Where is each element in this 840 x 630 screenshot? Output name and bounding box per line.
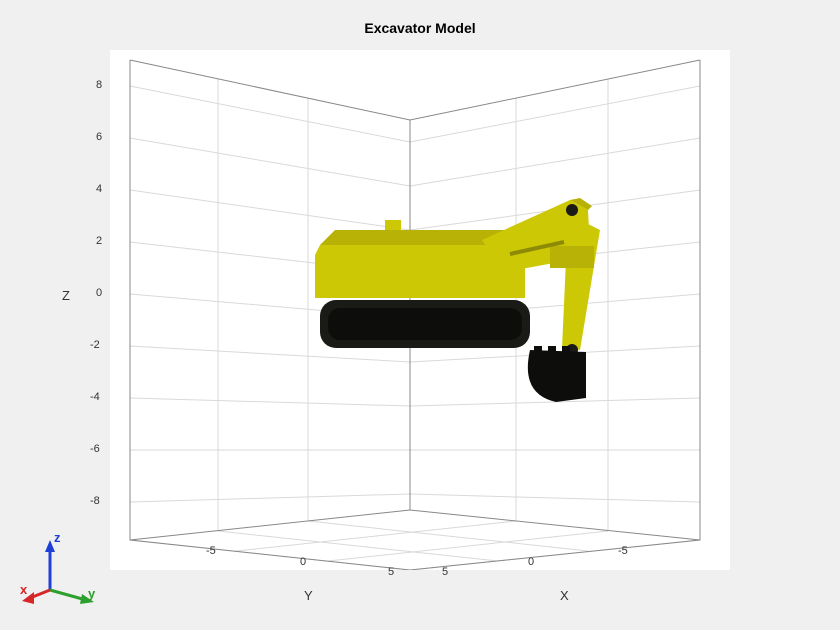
- z-tick: 2: [96, 235, 102, 247]
- triad-y-label: y: [88, 586, 95, 601]
- axes-box: [110, 50, 730, 570]
- axes-3d[interactable]: [110, 50, 730, 570]
- y-tick: 5: [388, 566, 394, 578]
- z-tick: 0: [96, 287, 102, 299]
- z-tick: -8: [90, 495, 100, 507]
- z-tick: -4: [90, 391, 100, 403]
- triad-x-label: x: [20, 582, 27, 597]
- figure-window: Excavator Model: [0, 0, 840, 630]
- x-tick: 0: [528, 556, 534, 568]
- orientation-triad[interactable]: z y x: [20, 530, 100, 610]
- x-tick: 5: [442, 566, 448, 578]
- plot-title: Excavator Model: [0, 20, 840, 36]
- z-tick: -2: [90, 339, 100, 351]
- x-tick: -5: [618, 545, 628, 557]
- z-tick: -6: [90, 443, 100, 455]
- y-axis-label: Y: [304, 588, 313, 603]
- z-tick: 8: [96, 79, 102, 91]
- z-axis-label: Z: [62, 288, 70, 303]
- y-tick: 0: [300, 556, 306, 568]
- z-tick: 4: [96, 183, 102, 195]
- triad-z-label: z: [54, 530, 61, 545]
- z-tick: 6: [96, 131, 102, 143]
- x-axis-label: X: [560, 588, 569, 603]
- y-tick: -5: [206, 545, 216, 557]
